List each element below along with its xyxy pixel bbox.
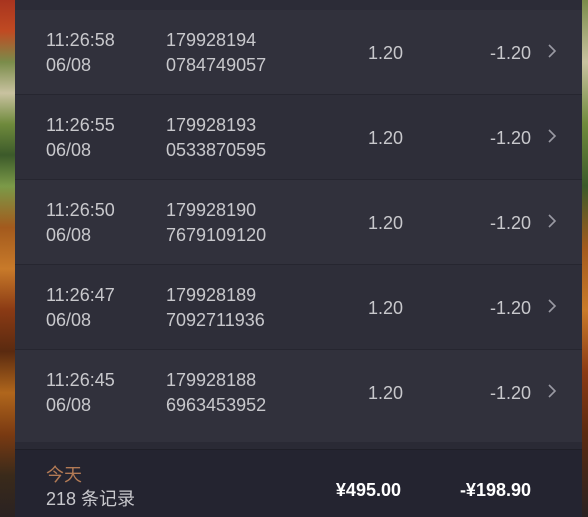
net-total: -¥198.90 [459, 480, 531, 500]
transaction-panel: 11:26:58 06/08 179928194 0784749057 1.20… [15, 0, 582, 517]
transaction-net: -1.20 [489, 298, 531, 318]
period-label: 今天 [46, 465, 82, 485]
transaction-date: 06/08 [46, 140, 92, 160]
transaction-time: 11:26:45 [46, 370, 115, 390]
background-image-right [582, 0, 588, 517]
transaction-amount: 1.20 [367, 383, 403, 403]
chevron-right-icon[interactable] [547, 43, 557, 59]
transaction-list: 11:26:58 06/08 179928194 0784749057 1.20… [15, 10, 582, 442]
order-number-part1: 179928188 [166, 370, 257, 390]
transaction-time: 11:26:55 [46, 115, 115, 135]
transaction-time-cell: 11:26:47 06/08 [46, 283, 146, 333]
transaction-order-cell: 179928193 0533870595 [166, 113, 316, 163]
chevron-right-icon[interactable] [547, 128, 557, 144]
transaction-row[interactable]: 11:26:58 06/08 179928194 0784749057 1.20… [15, 10, 582, 95]
order-number-part2: 0784749057 [166, 55, 267, 75]
background-image-left [0, 0, 15, 517]
transaction-net: -1.20 [489, 213, 531, 233]
transaction-time: 11:26:50 [46, 200, 115, 220]
transaction-time-cell: 11:26:58 06/08 [46, 28, 146, 78]
transaction-row[interactable]: 11:26:47 06/08 179928189 7092711936 1.20… [15, 265, 582, 350]
chevron-right-icon[interactable] [547, 383, 557, 399]
transaction-row[interactable]: 11:26:45 06/08 179928188 6963453952 1.20… [15, 350, 582, 442]
transaction-order-cell: 179928188 6963453952 [166, 368, 316, 418]
order-number-part1: 179928194 [166, 30, 257, 50]
transaction-time-cell: 11:26:45 06/08 [46, 368, 146, 418]
transaction-net: -1.20 [489, 128, 531, 148]
transaction-date: 06/08 [46, 395, 92, 415]
transaction-date: 06/08 [46, 225, 92, 245]
previous-row-edge [15, 0, 582, 10]
transaction-net: -1.20 [489, 43, 531, 63]
total-amount: ¥495.00 [335, 480, 401, 500]
transaction-time-cell: 11:26:55 06/08 [46, 113, 146, 163]
transaction-time-cell: 11:26:50 06/08 [46, 198, 146, 248]
transaction-order-cell: 179928194 0784749057 [166, 28, 316, 78]
order-number-part2: 6963453952 [166, 395, 267, 415]
transaction-amount: 1.20 [367, 43, 403, 63]
transaction-amount: 1.20 [367, 298, 403, 318]
order-number-part2: 0533870595 [166, 140, 267, 160]
chevron-right-icon[interactable] [547, 298, 557, 314]
transaction-date: 06/08 [46, 55, 92, 75]
transaction-amount: 1.20 [367, 128, 403, 148]
order-number-part1: 179928189 [166, 285, 257, 305]
order-number-part1: 179928190 [166, 200, 257, 220]
record-count: 218 条记录 [46, 489, 136, 509]
summary-footer: 今天 218 条记录 ¥495.00 -¥198.90 [15, 449, 582, 517]
transaction-amount: 1.20 [367, 213, 403, 233]
order-number-part2: 7679109120 [166, 225, 267, 245]
order-number-part2: 7092711936 [166, 310, 265, 330]
transaction-row[interactable]: 11:26:55 06/08 179928193 0533870595 1.20… [15, 95, 582, 180]
transaction-row[interactable]: 11:26:50 06/08 179928190 7679109120 1.20… [15, 180, 582, 265]
order-number-part1: 179928193 [166, 115, 257, 135]
transaction-time: 11:26:47 [46, 285, 115, 305]
transaction-time: 11:26:58 [46, 30, 115, 50]
transaction-net: -1.20 [489, 383, 531, 403]
screen: 11:26:58 06/08 179928194 0784749057 1.20… [0, 0, 588, 517]
chevron-right-icon[interactable] [547, 213, 557, 229]
transaction-date: 06/08 [46, 310, 92, 330]
transaction-order-cell: 179928189 7092711936 [166, 283, 316, 333]
transaction-order-cell: 179928190 7679109120 [166, 198, 316, 248]
